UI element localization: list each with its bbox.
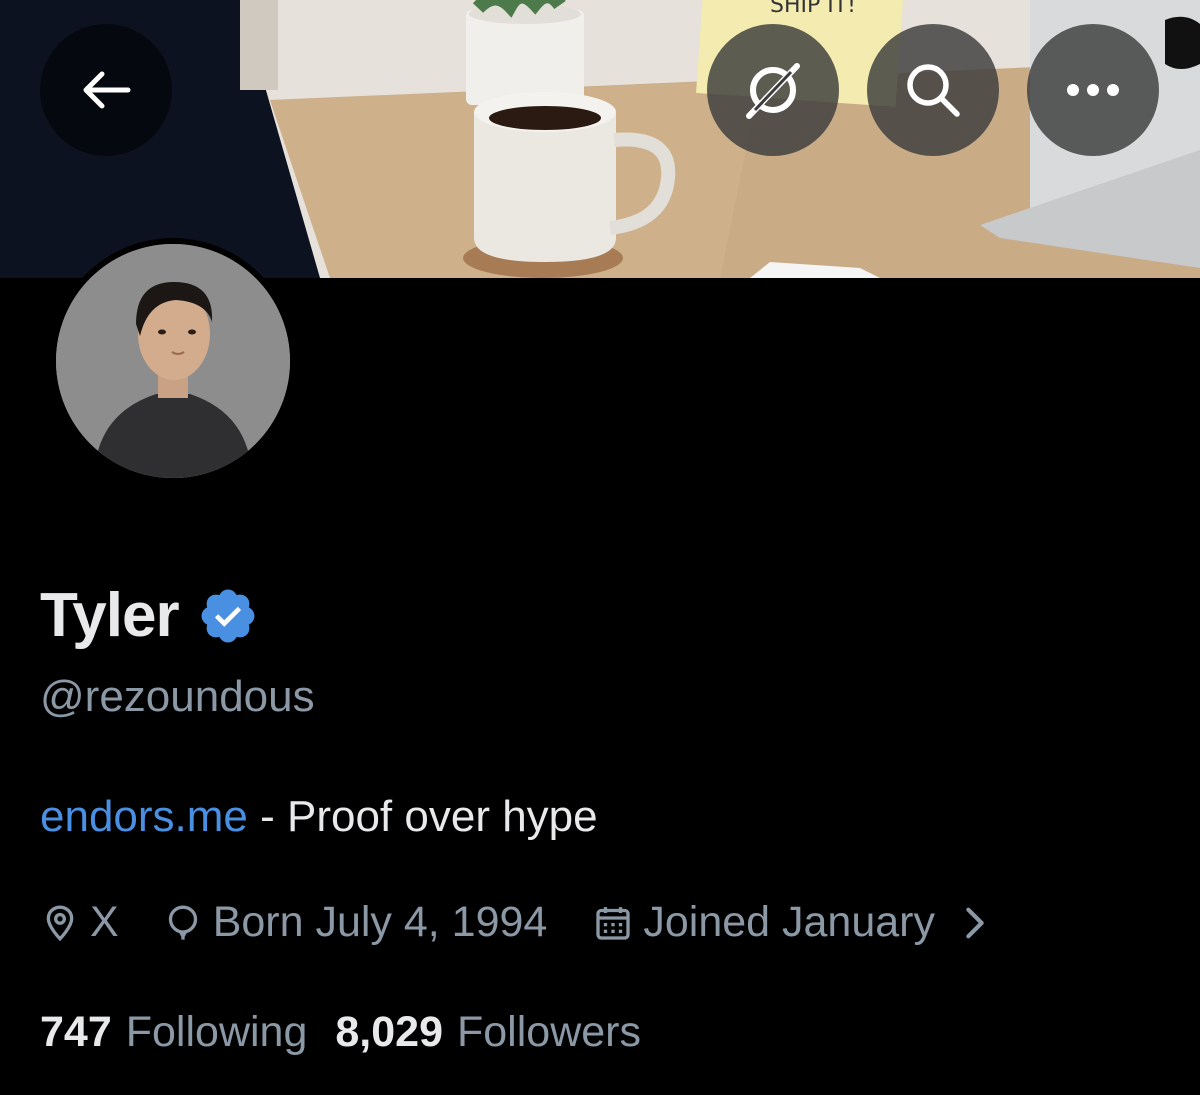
arrow-left-icon (83, 71, 131, 109)
location-pin-icon (46, 904, 74, 941)
grok-icon (746, 63, 800, 119)
profile-meta: X Born July 4, 1994 Joined January (40, 898, 991, 947)
back-button[interactable] (40, 24, 172, 156)
following-stat[interactable]: 747 Following (40, 1008, 307, 1057)
following-count: 747 (40, 1008, 112, 1056)
chevron-right-icon (966, 907, 984, 938)
joined-item[interactable]: Joined January (593, 898, 991, 947)
followers-label: Followers (457, 1008, 641, 1056)
more-options-button[interactable] (1027, 24, 1159, 156)
banner-note-text: SHIP IT! (770, 0, 856, 18)
birthday-text: Born July 4, 1994 (212, 898, 548, 946)
profile-bio: endors.me - Proof over hype (40, 792, 598, 842)
search-button[interactable] (867, 24, 999, 156)
joined-text: Joined January (643, 898, 935, 946)
profile-name-row: Tyler (40, 580, 259, 651)
calendar-icon (596, 906, 631, 940)
display-name: Tyler (40, 581, 180, 650)
profile-banner[interactable]: SHIP IT! (0, 0, 1200, 278)
followers-stat[interactable]: 8,029 Followers (335, 1008, 641, 1057)
more-horizontal-icon (1067, 84, 1119, 96)
user-handle: @rezoundous (40, 672, 315, 721)
location-item: X (40, 898, 119, 947)
balloon-icon (168, 904, 197, 940)
bio-link[interactable]: endors.me (40, 792, 248, 841)
banner-image: SHIP IT! (0, 0, 1200, 278)
avatar-image (56, 244, 290, 478)
location-text: X (90, 898, 119, 946)
followers-count: 8,029 (335, 1008, 443, 1056)
profile-stats: 747 Following 8,029 Followers (40, 1008, 641, 1057)
grok-button[interactable] (707, 24, 839, 156)
avatar[interactable] (50, 238, 296, 484)
verified-badge-icon[interactable] (197, 585, 259, 647)
bio-text: - Proof over hype (247, 792, 598, 841)
birthday-item: Born July 4, 1994 (163, 898, 548, 947)
following-label: Following (125, 1008, 308, 1056)
search-icon (907, 64, 960, 117)
